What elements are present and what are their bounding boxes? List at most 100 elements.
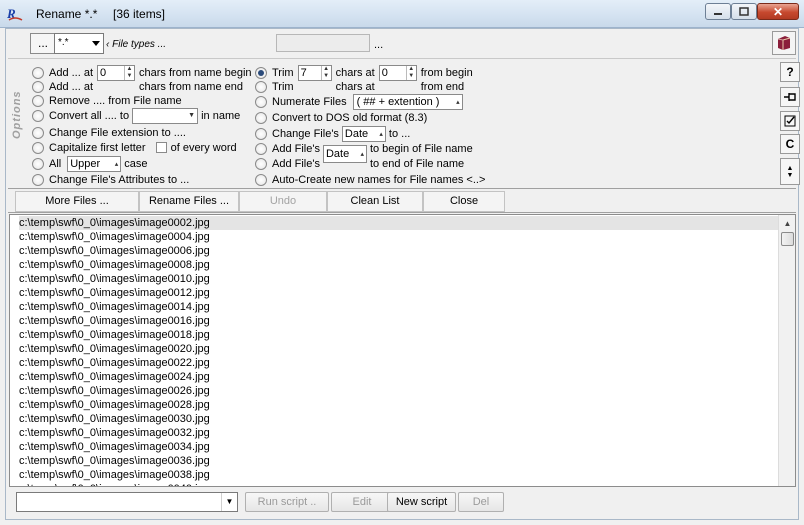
option-change-attributes[interactable]: Change File's Attributes to ... [32,172,189,187]
auto-create-label: Auto-Create new names for File names <..… [272,173,486,186]
radio-remove[interactable] [32,94,44,107]
scrollbar-thumb[interactable] [781,232,794,246]
radio-auto-create[interactable] [255,173,267,186]
add-end-label: Add ... at [49,80,94,93]
rename-files-button[interactable]: Rename Files ... [139,191,239,212]
file-list-item[interactable]: c:\temp\swf\0_0\images\image0004.jpg [19,230,210,244]
more-files-button[interactable]: More Files ... [15,191,139,212]
help-book-button[interactable] [772,31,796,55]
radio-add-end[interactable] [32,80,44,93]
option-capitalize[interactable]: Capitalize first letter of every word [32,140,237,155]
every-word-checkbox[interactable] [155,142,167,153]
radio-trim-end[interactable] [255,80,267,93]
radio-convert-all[interactable] [32,109,44,122]
option-auto-create[interactable]: Auto-Create new names for File names <..… [255,172,485,187]
option-add-files-end[interactable]: Add File's to end of File name [255,156,464,171]
option-numerate[interactable]: Numerate Files ( ## + extention ) ▴ [255,93,466,110]
add-begin-label: Add ... at [49,66,94,79]
file-list-item[interactable]: c:\temp\swf\0_0\images\image0040.jpg [19,482,210,486]
add-files-begin-suffix: to begin of File name [369,142,473,155]
edit-script-button[interactable]: Edit [331,492,393,512]
file-list-item[interactable]: c:\temp\swf\0_0\images\image0006.jpg [19,244,210,258]
c-icon: C [785,137,795,151]
add-end-suffix: chars from name end [139,80,243,93]
file-list-item[interactable]: c:\temp\swf\0_0\images\image0034.jpg [19,440,210,454]
window-title: Rename *.* [36,7,98,21]
close-button[interactable]: Close [423,191,505,212]
file-list-item[interactable]: c:\temp\swf\0_0\images\image0014.jpg [19,300,210,314]
vertical-scrollbar[interactable]: ▲ [778,215,795,486]
numerate-format-combo[interactable]: ( ## + extention ) ▴ [352,93,463,110]
browse-folder-button[interactable]: ... [30,33,56,54]
option-dos-format[interactable]: Convert to DOS old format (8.3) [255,110,427,125]
radio-dos-format[interactable] [255,111,267,124]
help-button[interactable]: ? [780,62,800,82]
file-list-item[interactable]: c:\temp\swf\0_0\images\image0010.jpg [19,272,210,286]
radio-capitalize[interactable] [32,141,44,154]
run-script-button[interactable]: Run script .. [245,492,329,512]
file-list-item[interactable]: c:\temp\swf\0_0\images\image0002.jpg [19,216,779,230]
file-list-item[interactable]: c:\temp\swf\0_0\images\image0018.jpg [19,328,210,342]
file-list-item[interactable]: c:\temp\swf\0_0\images\image0020.jpg [19,342,210,356]
scroll-up-icon[interactable]: ▲ [780,216,795,231]
convert-target-combo[interactable]: ▼ [132,107,199,124]
trim-position-value: 0 [381,66,388,79]
add-files-end-suffix: to end of File name [369,157,465,170]
options-panel: Options Add ... at 0 ▲ ▼ chars from name … [8,58,800,187]
delete-script-button[interactable]: Del [458,492,504,512]
new-script-button[interactable]: New script [387,492,456,512]
file-list-item[interactable]: c:\temp\swf\0_0\images\image0016.jpg [19,314,210,328]
radio-all-case[interactable] [32,157,44,170]
radio-trim-begin[interactable] [255,66,267,79]
change-files-combo[interactable]: Date ▴ [341,125,386,142]
file-list[interactable]: c:\temp\swf\0_0\images\image0002.jpg c:\t… [9,214,796,487]
option-change-extension[interactable]: Change File extension to .... [32,125,186,140]
file-list-item[interactable]: c:\temp\swf\0_0\images\image0032.jpg [19,426,210,440]
convert-all-suffix: in name [201,109,241,122]
options-scroll[interactable]: ▲ ▼ [780,158,800,185]
file-list-item[interactable]: c:\temp\swf\0_0\images\image0028.jpg [19,398,210,412]
clear-button[interactable]: C [780,134,800,154]
file-list-item[interactable]: c:\temp\swf\0_0\images\image0012.jpg [19,286,210,300]
pin-button[interactable] [780,87,800,107]
radio-change-attributes[interactable] [32,173,44,186]
option-add-end[interactable]: Add ... at chars from name end [32,79,243,94]
undo-button[interactable]: Undo [239,191,327,212]
option-add-begin[interactable]: Add ... at 0 ▲ ▼ chars from name begin [32,64,252,81]
radio-add-files-end[interactable] [255,157,267,170]
script-combo[interactable]: ▼ [16,492,238,512]
minimize-icon [714,12,722,15]
file-list-item[interactable]: c:\temp\swf\0_0\images\image0038.jpg [19,468,210,482]
radio-add-begin[interactable] [32,66,44,79]
script-bar: ▼ Run script .. Edit New script Del [8,489,796,517]
option-all-case[interactable]: All Upper ▴ case [32,155,147,172]
file-list-item[interactable]: c:\temp\swf\0_0\images\image0030.jpg [19,412,210,426]
change-extension-label: Change File extension to .... [49,126,186,139]
option-trim-end[interactable]: Trim chars at from end [255,79,464,94]
file-type-combo[interactable]: *.* [54,33,104,54]
option-add-files-begin[interactable]: Add File's Date ▴ to begin of File name [255,141,473,163]
radio-change-files[interactable] [255,127,267,140]
radio-numerate[interactable] [255,95,267,108]
radio-change-extension[interactable] [32,126,44,139]
file-list-item[interactable]: c:\temp\swf\0_0\images\image0036.jpg [19,454,210,468]
option-remove[interactable]: Remove .... from File name [32,93,182,108]
dos-format-label: Convert to DOS old format (8.3) [272,111,428,124]
checklist-button[interactable] [780,111,800,131]
minimize-button[interactable] [705,3,731,20]
file-list-item[interactable]: c:\temp\swf\0_0\images\image0022.jpg [19,356,210,370]
option-trim-begin[interactable]: Trim 7 ▲ ▼ chars at 0 ▲ ▼ from begin [255,64,473,81]
option-convert-all[interactable]: Convert all .... to ▼ in name [32,107,241,124]
option-change-files[interactable]: Change File's Date ▴ to ... [255,125,410,142]
file-list-item[interactable]: c:\temp\swf\0_0\images\image0026.jpg [19,384,210,398]
clean-list-button[interactable]: Clean List [327,191,423,212]
close-window-button[interactable]: ✕ [757,3,799,20]
file-list-item[interactable]: c:\temp\swf\0_0\images\image0024.jpg [19,370,210,384]
radio-add-files-begin[interactable] [255,142,267,155]
maximize-button[interactable] [731,3,757,20]
spinner-arrows-icon: ▲ ▼ [124,65,134,80]
path-input[interactable] [276,34,370,52]
chevron-down-icon: ▼ [188,112,196,119]
case-combo[interactable]: Upper ▴ [67,155,122,172]
file-list-item[interactable]: c:\temp\swf\0_0\images\image0008.jpg [19,258,210,272]
